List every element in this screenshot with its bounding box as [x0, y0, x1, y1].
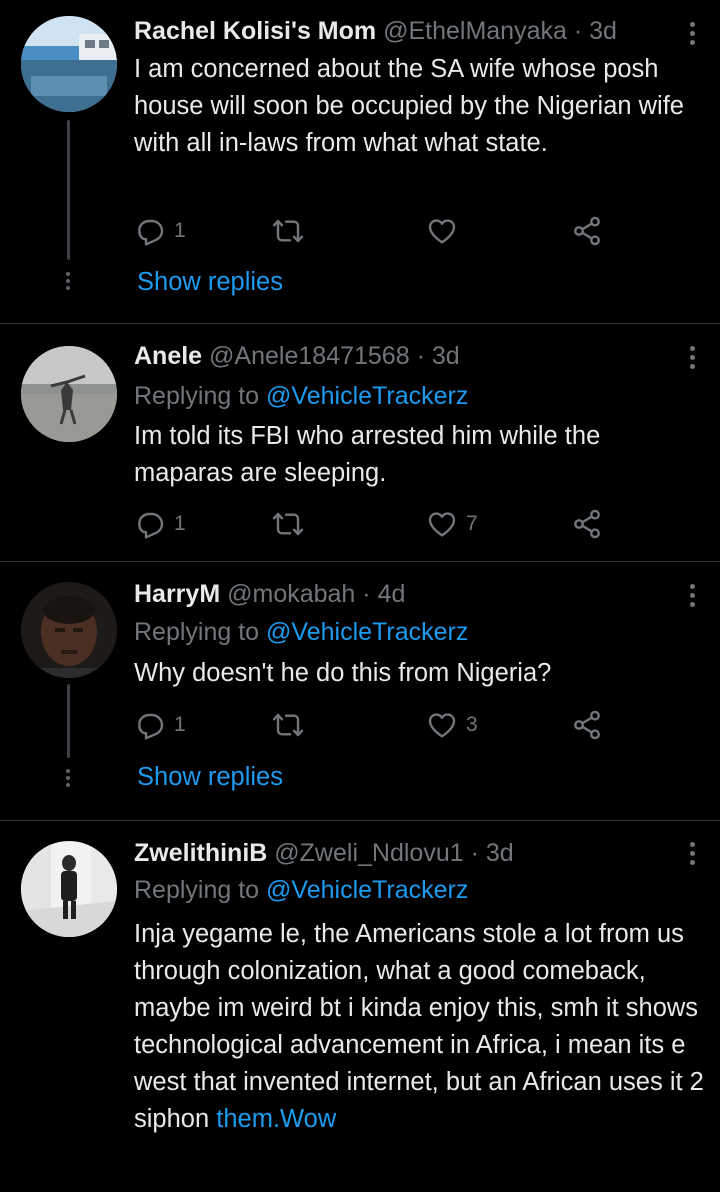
- replying-to-handle[interactable]: @VehicleTrackerz: [266, 876, 468, 904]
- share-icon: [574, 710, 600, 740]
- tweet-actions: 1: [134, 213, 614, 249]
- retweet-button[interactable]: [272, 506, 304, 542]
- tweet-header: ZwelithiniB @Zweli_Ndlovu1 · 3d: [134, 839, 514, 868]
- tweet-text: Why doesn't he do this from Nigeria?: [134, 659, 552, 687]
- replying-prefix: Replying to: [134, 618, 260, 646]
- more-options-icon[interactable]: [690, 584, 696, 611]
- user-handle[interactable]: @EthelManyaka: [383, 17, 567, 45]
- tweet-text: Im told its FBI who arrested him while t…: [134, 422, 601, 487]
- tweet-actions: 1 3: [134, 707, 614, 743]
- user-handle[interactable]: @Anele18471568: [209, 342, 410, 370]
- retweet-icon: [272, 219, 304, 243]
- reply-icon: [138, 219, 164, 246]
- reply-count: 1: [174, 219, 186, 242]
- share-button[interactable]: [571, 213, 603, 249]
- share-button[interactable]: [571, 707, 603, 743]
- timestamp[interactable]: 3d: [432, 342, 460, 370]
- reply-count: 1: [174, 713, 186, 736]
- like-button[interactable]: [426, 213, 458, 249]
- timestamp[interactable]: 3d: [486, 839, 514, 867]
- share-icon: [574, 509, 600, 539]
- show-replies-link[interactable]: Show replies: [137, 763, 283, 792]
- more-options-icon[interactable]: [690, 22, 696, 49]
- like-button[interactable]: 3: [426, 707, 478, 743]
- avatar[interactable]: [21, 841, 117, 937]
- display-name[interactable]: ZwelithiniB: [134, 839, 267, 867]
- timestamp[interactable]: 3d: [589, 17, 617, 45]
- thread-line: [67, 120, 70, 260]
- replying-prefix: Replying to: [134, 876, 260, 904]
- retweet-icon: [272, 713, 304, 737]
- separator: ·: [362, 580, 371, 608]
- reply-icon: [138, 713, 164, 740]
- tweet-text-link[interactable]: them.Wow: [216, 1105, 336, 1133]
- thread-line: [67, 684, 70, 758]
- separator: ·: [416, 342, 425, 370]
- tweet[interactable]: Anele @Anele18471568 · 3d Replying to @V…: [0, 324, 720, 561]
- avatar[interactable]: [21, 582, 117, 678]
- reply-button[interactable]: 1: [134, 506, 186, 542]
- like-count: 7: [466, 512, 478, 535]
- like-button[interactable]: 7: [426, 506, 478, 542]
- separator: ·: [573, 17, 583, 45]
- retweet-button[interactable]: [272, 707, 304, 743]
- replying-to: Replying to @VehicleTrackerz: [134, 876, 468, 905]
- like-icon: [428, 512, 456, 537]
- tweet[interactable]: Rachel Kolisi's Mom @EthelManyaka · 3d I…: [0, 0, 720, 323]
- display-name[interactable]: Anele: [134, 342, 202, 370]
- thread-dots: [66, 769, 71, 789]
- separator: ·: [470, 839, 479, 867]
- tweet-text: I am concerned about the SA wife whose p…: [134, 55, 684, 157]
- tweet-text: Inja yegame le, the Americans stole a lo…: [134, 916, 704, 1138]
- replying-to: Replying to @VehicleTrackerz: [134, 618, 468, 647]
- avatar[interactable]: [21, 16, 117, 112]
- thread-dots: [66, 272, 71, 292]
- tweet-header: HarryM @mokabah · 4d: [134, 580, 405, 609]
- like-icon: [428, 219, 456, 244]
- share-button[interactable]: [571, 506, 603, 542]
- reply-button[interactable]: 1: [134, 213, 186, 249]
- more-options-icon[interactable]: [690, 842, 696, 869]
- share-icon: [574, 216, 600, 246]
- show-replies-link[interactable]: Show replies: [137, 268, 283, 297]
- retweet-icon: [272, 512, 304, 536]
- tweet-actions: 1 7: [134, 506, 614, 542]
- user-handle[interactable]: @Zweli_Ndlovu1: [274, 839, 463, 867]
- avatar[interactable]: [21, 346, 117, 442]
- tweet-header: Anele @Anele18471568 · 3d: [134, 342, 460, 371]
- replying-prefix: Replying to: [134, 382, 260, 410]
- user-handle[interactable]: @mokabah: [227, 580, 355, 608]
- tweet-text-body: Inja yegame le, the Americans stole a lo…: [134, 920, 704, 1133]
- tweet-header: Rachel Kolisi's Mom @EthelManyaka · 3d: [134, 17, 617, 46]
- more-options-icon[interactable]: [690, 346, 696, 373]
- like-icon: [428, 713, 456, 738]
- replying-to-handle[interactable]: @VehicleTrackerz: [266, 382, 468, 410]
- replying-to: Replying to @VehicleTrackerz: [134, 382, 468, 411]
- reply-button[interactable]: 1: [134, 707, 186, 743]
- retweet-button[interactable]: [272, 213, 304, 249]
- replying-to-handle[interactable]: @VehicleTrackerz: [266, 618, 468, 646]
- like-count: 3: [466, 713, 478, 736]
- timestamp[interactable]: 4d: [378, 580, 406, 608]
- display-name[interactable]: HarryM: [134, 580, 220, 608]
- tweet[interactable]: HarryM @mokabah · 4d Replying to @Vehicl…: [0, 562, 720, 820]
- reply-icon: [138, 512, 164, 539]
- display-name[interactable]: Rachel Kolisi's Mom: [134, 17, 376, 45]
- reply-count: 1: [174, 512, 186, 535]
- tweet[interactable]: ZwelithiniB @Zweli_Ndlovu1 · 3d Replying…: [0, 821, 720, 1192]
